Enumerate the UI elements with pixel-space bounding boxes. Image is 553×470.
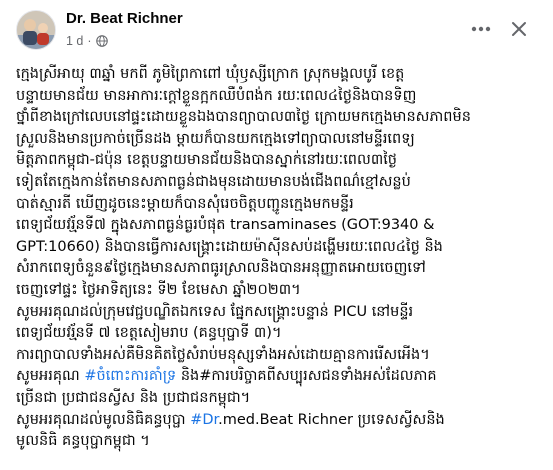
post-text-line: ពេទ្យជ័យវរ្ម័នទី ៧ ខេត្តសៀមរាប (គន្ធបុប្…	[16, 323, 540, 345]
post-text-segment: សំរាកពេទ្យចំនួន៩ថ្ងៃក្មេងមានសភាពធូរស្រាល…	[16, 260, 426, 277]
post-text-line: ទៀតតែក្មេងកាន់តែមានសភាពធ្ងន់ជាងមុនដោយមាន…	[16, 172, 540, 194]
post-text-segment: បន្ទាយមានជ័យ មានអាការៈក្តៅខ្លួនក្អកឈឺបំព…	[16, 87, 417, 104]
post-text-segment: មិត្តភាពកម្ពុជា-ជប៉ុន ខេត្តបន្ទាយមានជ័យន…	[16, 152, 398, 169]
post-text-line: ច្រើនជា ប្រជាជនស្វីស និង ប្រជាជនកម្ពុជា។	[16, 388, 540, 410]
post-text-segment: ស្រួលនិងមានប្រកាច់ច្រើនដង ម្តាយក៏បានយកក្…	[16, 130, 415, 147]
post-text-line: មូលនិធិ គន្ធបុប្ផាកម្ពុជា ។	[16, 431, 540, 453]
post-text-segment: មូលនិធិ គន្ធបុប្ផាកម្ពុជា ។	[16, 433, 150, 450]
post-text-line: ពេទ្យជ័យវរ្ម័នទី៧ ក្នុងសភាពធ្ងន់ធ្ងរបំផុ…	[16, 215, 540, 237]
post-text-line: សូមអរគុណដល់ក្រុមវេជ្ជបណ្ឌិតឯកទេស ផ្នែកសង…	[16, 302, 540, 324]
post-text-segment: ពេទ្យជ័យវរ្ម័នទី ៧ ខេត្តសៀមរាប (គន្ធបុប្…	[16, 325, 282, 342]
post-text-segment: .med.Beat Richner ប្រទេសស្វីសនិង	[218, 411, 445, 428]
more-options-button[interactable]	[466, 14, 496, 44]
close-icon	[512, 22, 526, 36]
post-text-segment: ចេញទៅផ្ទះ ថ្ងៃអាទិត្យនេះ ទី២ ខែមេសា ឆ្នា…	[16, 281, 301, 298]
post-text-line: សំរាកពេទ្យចំនួន៩ថ្ងៃក្មេងមានសភាពធូរស្រាល…	[16, 258, 540, 280]
post-timestamp[interactable]: 1 d	[66, 34, 83, 48]
hashtag-link[interactable]: #ចំពោះការគាំទ្រ	[84, 368, 176, 384]
close-button[interactable]	[504, 14, 534, 44]
post-text-line: សូមអរគុណដល់មូលនិធិគន្ធបុប្ផា #Dr.med.Bea…	[16, 410, 540, 432]
author-name[interactable]: Dr. Beat Richner	[66, 10, 183, 27]
post-text-line: GPT:10660) និងបានធ្វើការសង្គ្រោះដោយម៉ាស៊…	[16, 237, 540, 259]
post-text: ក្មេងស្រីអាយុ ៣ឆ្នាំ មកពី ភូមិព្រៃកាពៅ ឃ…	[16, 64, 540, 453]
post-text-segment: សូមអរគុណដល់មូលនិធិគន្ធបុប្ផា	[16, 411, 191, 428]
avatar[interactable]	[16, 10, 56, 50]
post-text-line: ស្រួលនិងមានប្រកាច់ច្រើនដង ម្តាយក៏បានយកក្…	[16, 129, 540, 151]
post-text-line: ចេញទៅផ្ទះ ថ្ងៃអាទិត្យនេះ ទី២ ខែមេសា ឆ្នា…	[16, 280, 540, 302]
post-text-line: ថ្នាំពីខាងក្រៅលេបនៅផ្ទះដោយខ្លួនឯងបានព្យា…	[16, 107, 540, 129]
post-text-segment: សូមអរគុណដល់ក្រុមវេជ្ជបណ្ឌិតឯកទេស ផ្នែកសង…	[16, 303, 414, 320]
post-text-line: មិត្តភាពកម្ពុជា-ជប៉ុន ខេត្តបន្ទាយមានជ័យន…	[16, 150, 540, 172]
post-text-line: ក្មេងស្រីអាយុ ៣ឆ្នាំ មកពី ភូមិព្រៃកាពៅ ឃ…	[16, 64, 540, 86]
post-text-segment: ទៀតតែក្មេងកាន់តែមានសភាពធ្ងន់ជាងមុនដោយមាន…	[16, 173, 411, 190]
post-text-segment: ពេទ្យជ័យវរ្ម័នទី៧ ក្នុងសភាពធ្ងន់ធ្ងរបំផុ…	[16, 217, 435, 234]
post-text-segment: GPT:10660) និងបានធ្វើការសង្គ្រោះដោយម៉ាស៊…	[16, 238, 443, 255]
post-text-line: សូមអរគុណ #ចំពោះការគាំទ្រ និង#ការបរិច្ចាគ…	[16, 366, 540, 388]
more-horizontal-icon	[471, 26, 491, 32]
post-text-segment: សូមអរគុណ	[16, 368, 85, 385]
post-text-segment: ថ្នាំពីខាងក្រៅលេបនៅផ្ទះដោយខ្លួនឯងបានព្យា…	[16, 109, 471, 126]
post-text-segment: បាត់ស្មារតី ឃើញដូចនេះម្តាយក៏បានសុំរេចចិត…	[16, 195, 354, 212]
post-meta: 1 d ·	[66, 34, 108, 48]
avatar-photo	[17, 11, 55, 49]
meta-separator: ·	[87, 34, 92, 48]
post-text-line: បាត់ស្មារតី ឃើញដូចនេះម្តាយក៏បានសុំរេចចិត…	[16, 194, 540, 216]
post-text-line: បន្ទាយមានជ័យ មានអាការៈក្តៅខ្លួនក្អកឈឺបំព…	[16, 86, 540, 108]
globe-icon	[95, 35, 108, 47]
post-text-segment: ការព្យាបាលទាំងអស់គឺមិនគិតថ្លៃសំរាប់មនុស្…	[16, 346, 430, 363]
post-text-segment: ច្រើនជា ប្រជាជនស្វីស និង ប្រជាជនកម្ពុជា។	[16, 389, 251, 406]
post-text-segment: ក្មេងស្រីអាយុ ៣ឆ្នាំ មកពី ភូមិព្រៃកាពៅ ឃ…	[16, 66, 405, 82]
hashtag-link[interactable]: #Dr	[190, 412, 218, 428]
post-text-segment: និង#ការបរិច្ចាគពីសប្បុរសជនទាំងអស់ដែលភាគ	[176, 368, 437, 385]
post-text-line: ការព្យាបាលទាំងអស់គឺមិនគិតថ្លៃសំរាប់មនុស្…	[16, 345, 540, 367]
post-header: Dr. Beat Richner 1 d ·	[0, 0, 553, 58]
